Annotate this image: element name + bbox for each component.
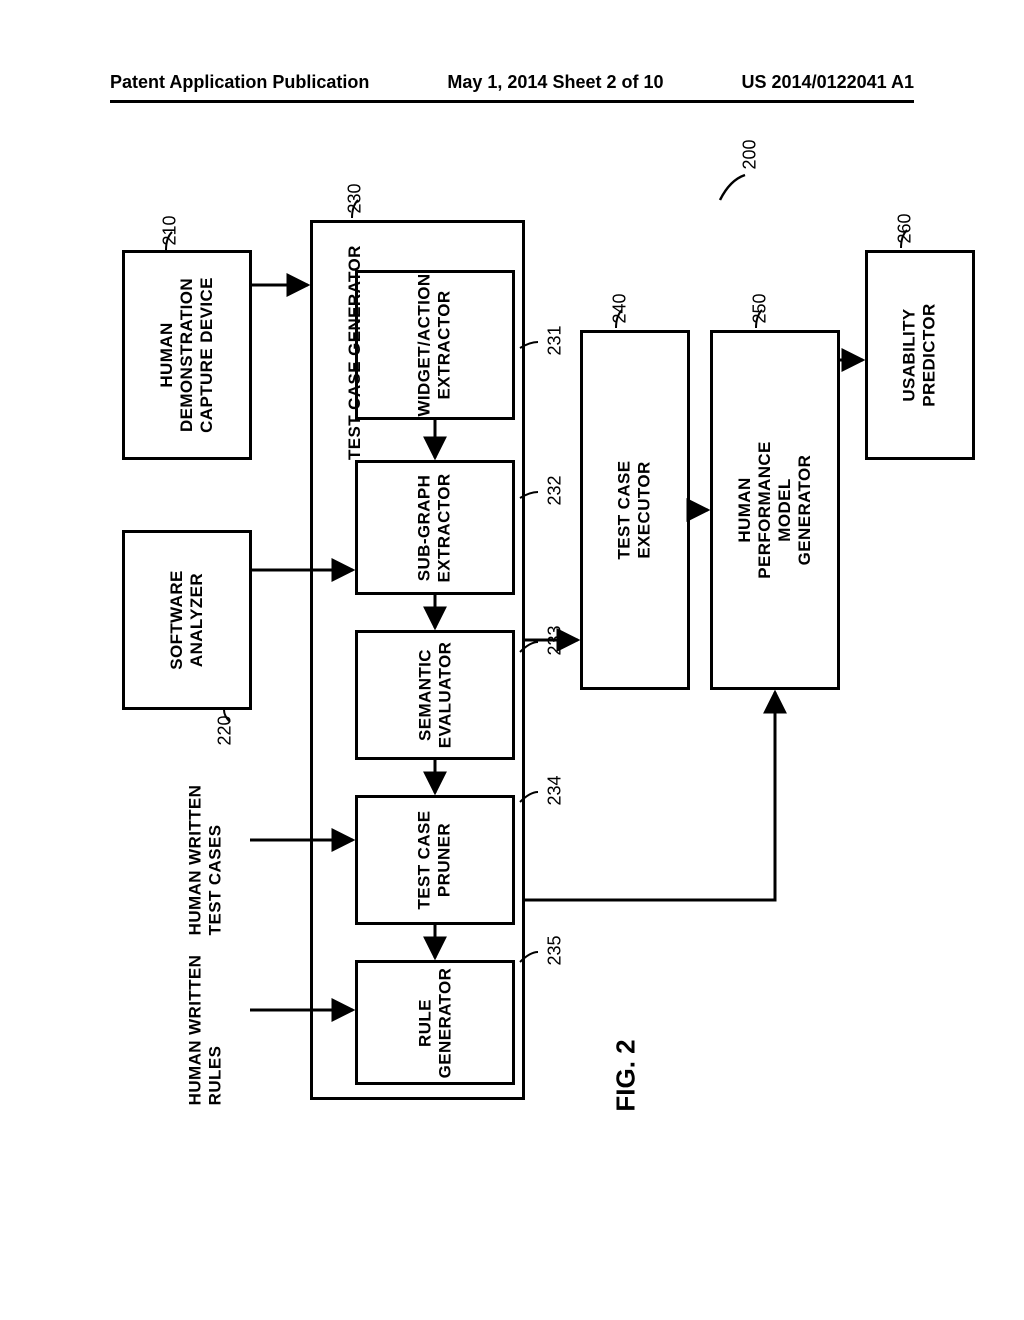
header-left: Patent Application Publication xyxy=(110,72,369,93)
page-header: Patent Application Publication May 1, 20… xyxy=(0,72,1024,93)
diagram: 200 HUMAN DEMONSTRATION CAPTURE DEVICE 2… xyxy=(110,140,914,1160)
header-center: May 1, 2014 Sheet 2 of 10 xyxy=(447,72,663,93)
header-right: US 2014/0122041 A1 xyxy=(742,72,914,93)
wires xyxy=(110,140,914,1160)
header-rule xyxy=(110,100,914,103)
